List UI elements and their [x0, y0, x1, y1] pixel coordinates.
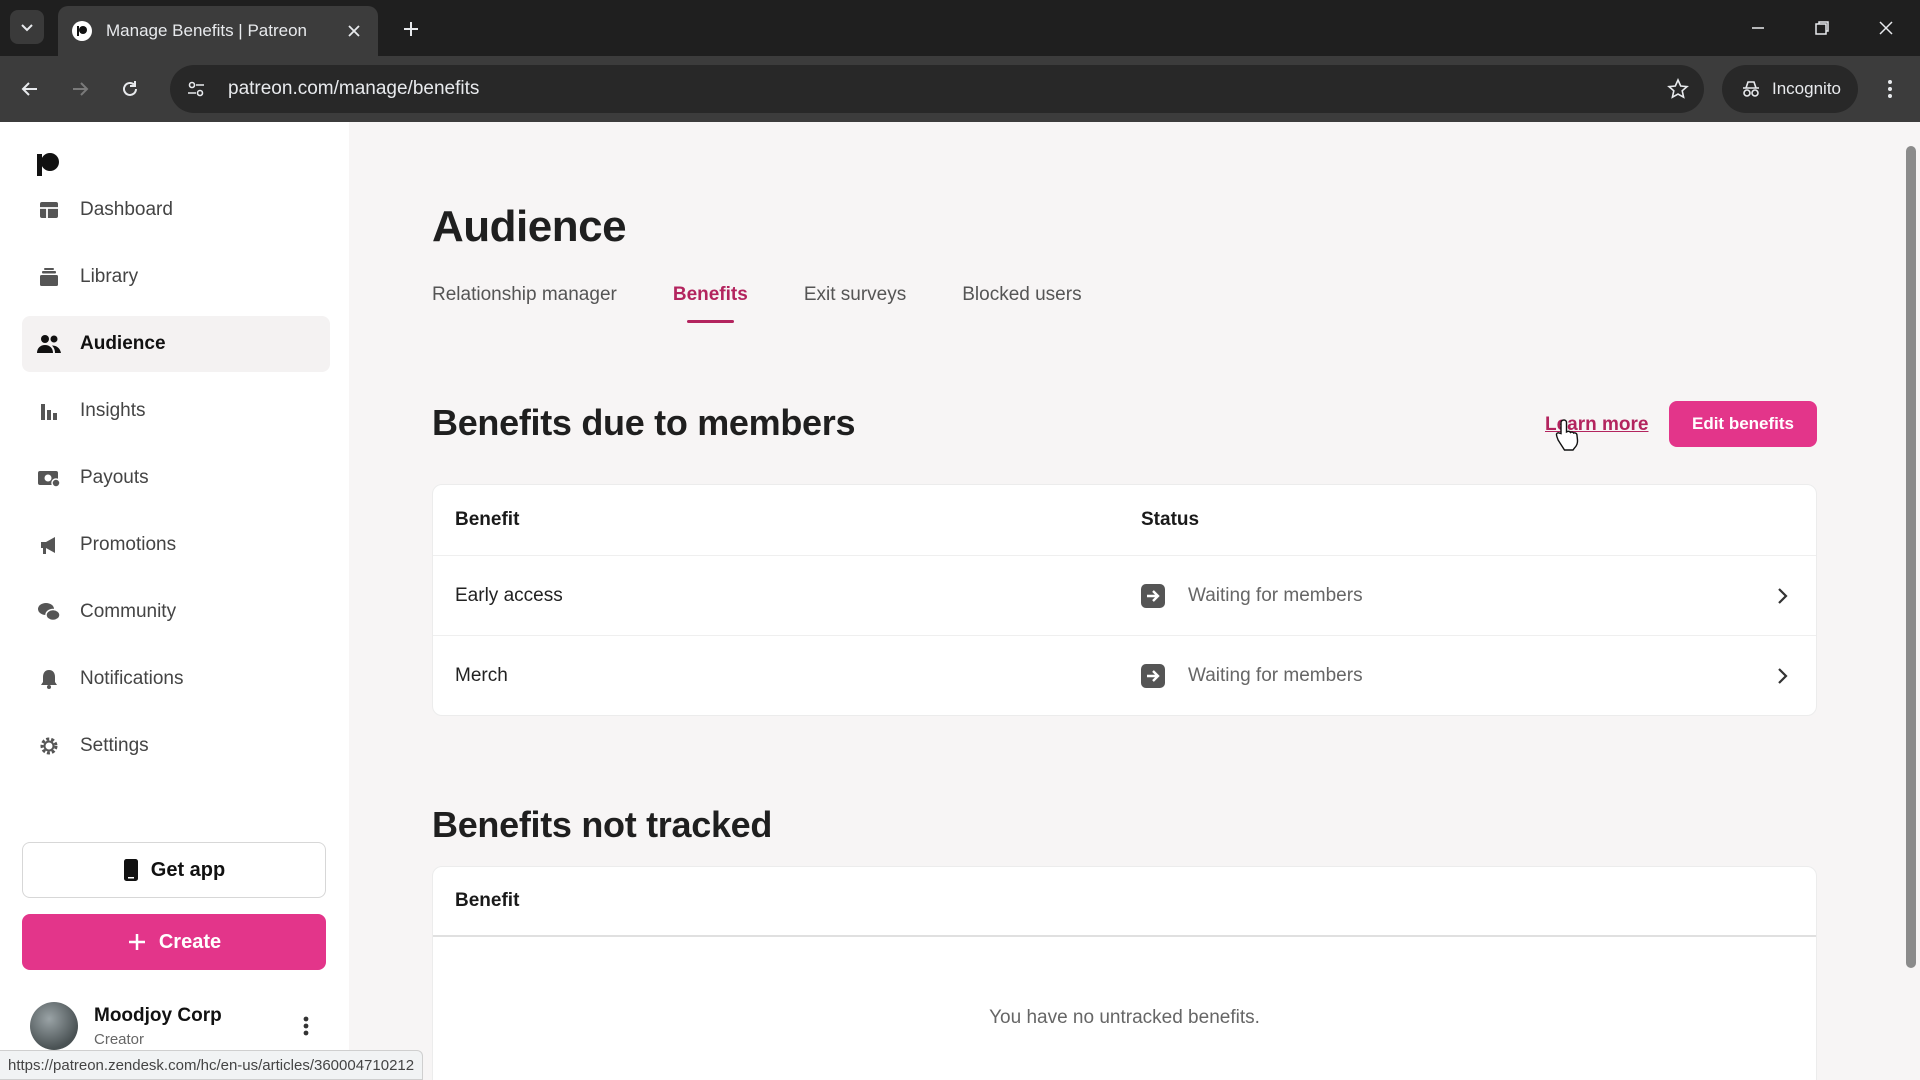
profile-name: Moodjoy Corp: [94, 1004, 222, 1026]
audience-tabs: Relationship manager Benefits Exit surve…: [432, 284, 1082, 324]
profile-menu[interactable]: Moodjoy Corp Creator: [30, 998, 330, 1054]
address-bar[interactable]: patreon.com/manage/benefits: [170, 65, 1704, 113]
close-window-icon[interactable]: [1868, 12, 1904, 44]
column-header-status: Status: [1141, 509, 1200, 530]
column-header-benefit: Benefit: [455, 509, 520, 530]
sidebar-item-label: Dashboard: [80, 199, 173, 220]
sidebar-item-dashboard[interactable]: Dashboard: [22, 182, 330, 238]
sidebar-item-label: Community: [80, 601, 177, 622]
sidebar-item-promotions[interactable]: Promotions: [22, 517, 330, 573]
sidebar: Dashboard Library Audience Insights Payo…: [0, 122, 349, 1080]
status-cell: Waiting for members: [1140, 583, 1363, 609]
bookmark-star-icon[interactable]: [1658, 69, 1698, 109]
create-button[interactable]: Create: [22, 914, 326, 970]
close-tab-icon[interactable]: [344, 21, 364, 41]
payouts-icon: [36, 465, 62, 491]
scrollbar-thumb[interactable]: [1906, 146, 1916, 968]
dashboard-icon: [36, 197, 62, 223]
get-app-button[interactable]: Get app: [22, 842, 326, 898]
tab-blocked-users[interactable]: Blocked users: [962, 284, 1081, 324]
browser-tab[interactable]: Manage Benefits | Patreon: [58, 6, 378, 56]
browser-tabbar: Manage Benefits | Patreon: [0, 0, 1920, 56]
main-content: Audience Relationship manager Benefits E…: [349, 122, 1902, 1080]
section-title-not-tracked: Benefits not tracked: [432, 804, 773, 845]
page-scrollbar[interactable]: [1902, 122, 1920, 1080]
incognito-icon: [1743, 81, 1759, 97]
incognito-indicator[interactable]: Incognito: [1722, 65, 1858, 113]
more-options-icon[interactable]: [294, 1010, 318, 1042]
sidebar-item-notifications[interactable]: Notifications: [22, 651, 330, 707]
patreon-logo-icon[interactable]: [36, 152, 66, 182]
minimize-icon[interactable]: [1740, 12, 1776, 44]
benefits-not-tracked-table: Benefit You have no untracked benefits.: [432, 866, 1817, 1080]
patreon-favicon-icon: [72, 21, 92, 41]
tab-benefits[interactable]: Benefits: [673, 284, 748, 324]
table-header: Benefit Status: [433, 485, 1816, 555]
sidebar-item-label: Payouts: [80, 467, 149, 488]
profile-role: Creator: [94, 1030, 145, 1048]
library-icon: [36, 264, 62, 290]
phone-icon: [123, 859, 138, 881]
page-title: Audience: [432, 202, 627, 251]
benefit-name: Merch: [455, 664, 508, 686]
get-app-label: Get app: [150, 858, 226, 881]
browser-status-url: https://patreon.zendesk.com/hc/en-us/art…: [0, 1050, 424, 1080]
sidebar-item-label: Library: [80, 266, 139, 287]
chevron-down-icon: [21, 24, 33, 32]
browser-toolbar: patreon.com/manage/benefits Incognito: [0, 56, 1920, 122]
sidebar-item-payouts[interactable]: Payouts: [22, 450, 330, 506]
column-header-benefit: Benefit: [455, 890, 520, 911]
audience-icon: [36, 331, 62, 357]
restore-icon[interactable]: [1804, 12, 1840, 44]
status-cell: Waiting for members: [1140, 663, 1363, 689]
page: Dashboard Library Audience Insights Payo…: [0, 122, 1920, 1080]
create-label: Create: [158, 930, 222, 953]
insights-icon: [36, 398, 62, 424]
plus-icon: [128, 934, 145, 950]
tab-search-button[interactable]: [10, 10, 44, 44]
sidebar-item-audience[interactable]: Audience: [22, 316, 330, 372]
chevron-right-icon[interactable]: [1772, 666, 1792, 686]
sidebar-item-label: Promotions: [80, 534, 177, 555]
bell-icon: [36, 666, 62, 692]
table-row[interactable]: Early access Waiting for members: [433, 555, 1816, 635]
sidebar-item-label: Insights: [80, 400, 146, 421]
forward-icon[interactable]: [62, 71, 98, 107]
sidebar-item-community[interactable]: Community: [22, 584, 330, 640]
tab-title: Manage Benefits | Patreon: [106, 21, 307, 40]
browser-menu-icon[interactable]: [1872, 71, 1908, 107]
section-title-due: Benefits due to members: [432, 402, 856, 443]
url-text: patreon.com/manage/benefits: [228, 78, 480, 99]
site-info-icon[interactable]: [174, 67, 218, 111]
sidebar-item-label: Audience: [80, 333, 166, 354]
empty-state-text: You have no untracked benefits.: [989, 1007, 1260, 1028]
waiting-icon: [1141, 583, 1165, 608]
megaphone-icon: [36, 532, 62, 558]
back-icon[interactable]: [12, 71, 48, 107]
chevron-right-icon[interactable]: [1772, 586, 1792, 606]
tab-relationship-manager[interactable]: Relationship manager: [432, 284, 617, 324]
gear-icon: [36, 733, 62, 759]
benefits-due-table: Benefit Status Early access Waiting for …: [432, 484, 1817, 716]
tab-exit-surveys[interactable]: Exit surveys: [804, 284, 906, 324]
sidebar-item-insights[interactable]: Insights: [22, 383, 330, 439]
table-header: Benefit: [433, 867, 1816, 937]
benefit-name: Early access: [455, 584, 563, 606]
edit-benefits-button[interactable]: Edit benefits: [1669, 401, 1817, 447]
sidebar-item-settings[interactable]: Settings: [22, 718, 330, 774]
sidebar-item-label: Settings: [80, 735, 149, 756]
hand-cursor-icon: [1555, 419, 1579, 451]
sidebar-item-label: Notifications: [80, 668, 184, 689]
new-tab-icon[interactable]: [396, 14, 426, 44]
waiting-icon: [1141, 663, 1165, 688]
sidebar-item-library[interactable]: Library: [22, 249, 330, 305]
reload-icon[interactable]: [112, 71, 148, 107]
table-row[interactable]: Merch Waiting for members: [433, 635, 1816, 715]
avatar: [30, 1002, 78, 1050]
chat-icon: [36, 599, 62, 625]
status-text: Waiting for members: [1188, 584, 1363, 606]
status-text: Waiting for members: [1188, 664, 1363, 686]
incognito-label: Incognito: [1772, 79, 1841, 98]
